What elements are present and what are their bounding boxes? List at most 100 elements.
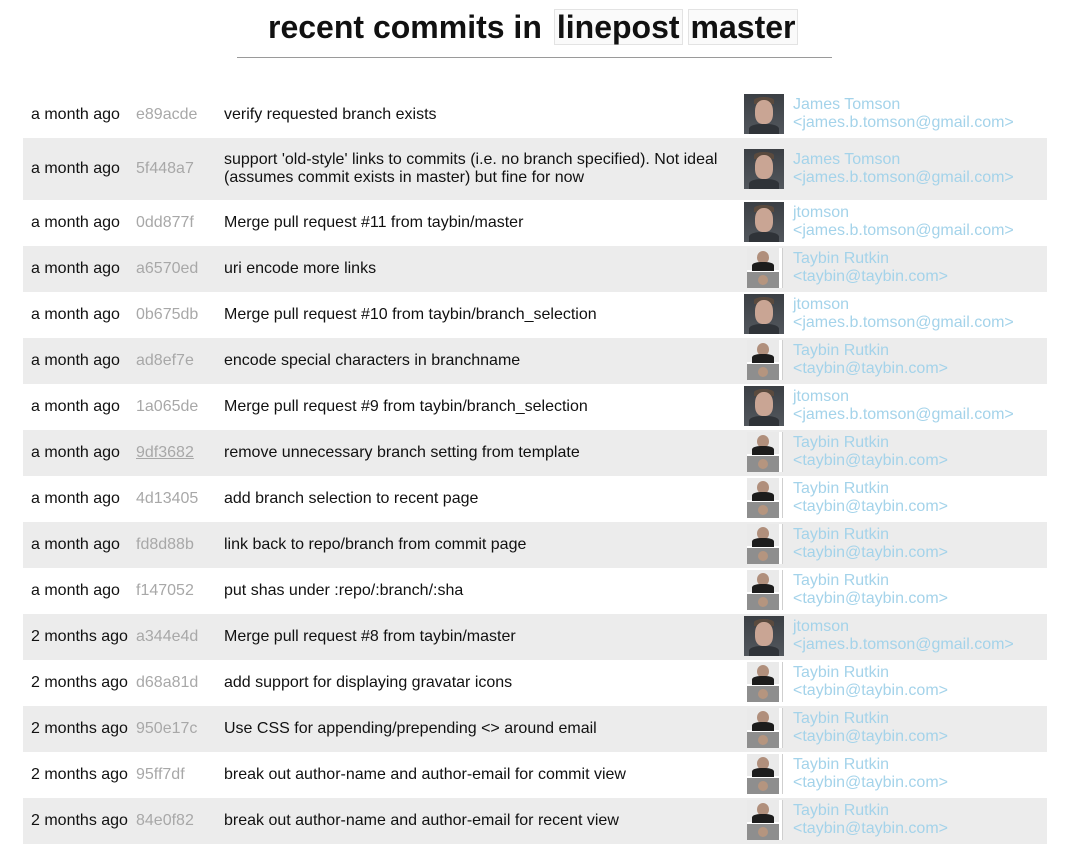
- commit-author-link[interactable]: Taybin Rutkin <taybin@taybin.com>: [793, 526, 948, 562]
- commit-time: 2 months ago: [31, 812, 128, 829]
- commit-sha-link[interactable]: 950e17c: [136, 706, 197, 752]
- commit-author-link[interactable]: jtomson <james.b.tomson@gmail.com>: [793, 388, 1014, 424]
- commit-time: a month ago: [31, 536, 120, 553]
- author-name: Taybin Rutkin: [793, 710, 890, 727]
- commit-author-link[interactable]: Taybin Rutkin <taybin@taybin.com>: [793, 710, 948, 746]
- commit-time: a month ago: [31, 106, 120, 123]
- commit-row: a month ago 4d13405 add branch selection t…: [23, 476, 1047, 522]
- commit-row: a month ago ad8ef7e encode special charact…: [23, 338, 1047, 384]
- commit-author-link[interactable]: Taybin Rutkin <taybin@taybin.com>: [793, 572, 948, 608]
- commit-author-link[interactable]: jtomson <james.b.tomson@gmail.com>: [793, 204, 1014, 240]
- author-email: <james.b.tomson@gmail.com>: [793, 406, 1014, 423]
- commit-sha-link[interactable]: a6570ed: [136, 246, 198, 292]
- author-email: <taybin@taybin.com>: [793, 544, 948, 561]
- author-name: jtomson: [793, 388, 850, 405]
- taybin-avatar-icon: [747, 570, 783, 610]
- commit-author-link[interactable]: Taybin Rutkin <taybin@taybin.com>: [793, 802, 948, 838]
- commit-time: a month ago: [31, 444, 120, 461]
- commit-row: 2 months ago 84e0f82 break out author-name…: [23, 798, 1047, 844]
- commit-author-link[interactable]: Taybin Rutkin <taybin@taybin.com>: [793, 434, 948, 470]
- commit-sha-link[interactable]: f147052: [136, 568, 194, 614]
- commit-sha-link[interactable]: ad8ef7e: [136, 338, 194, 384]
- author-email: <taybin@taybin.com>: [793, 360, 948, 377]
- commit-author-link[interactable]: James Tomson <james.b.tomson@gmail.com>: [793, 96, 1014, 132]
- commit-sha-link[interactable]: 0b675db: [136, 292, 198, 338]
- author-name: jtomson: [793, 618, 850, 635]
- commit-sha-link[interactable]: 1a065de: [136, 384, 198, 430]
- header-divider: [237, 57, 832, 58]
- commit-message: Merge pull request #10 from taybin/branc…: [224, 306, 597, 323]
- commit-row: 2 months ago a344e4d Merge pull request #8…: [23, 614, 1047, 660]
- commit-author-link[interactable]: Taybin Rutkin <taybin@taybin.com>: [793, 342, 948, 378]
- commit-row: a month ago 9df3682 remove unnecessary bra…: [23, 430, 1047, 476]
- author-name: Taybin Rutkin: [793, 756, 890, 773]
- taybin-avatar-icon: [747, 248, 783, 288]
- commit-author-link[interactable]: Taybin Rutkin <taybin@taybin.com>: [793, 250, 948, 286]
- james-avatar-icon: [744, 202, 784, 242]
- commit-sha-link[interactable]: 0dd877f: [136, 200, 194, 246]
- commit-author-link[interactable]: Taybin Rutkin <taybin@taybin.com>: [793, 480, 948, 516]
- commit-row: a month ago 1a065de Merge pull request #9 …: [23, 384, 1047, 430]
- taybin-avatar-icon: [747, 340, 783, 380]
- commit-time: 2 months ago: [31, 720, 128, 737]
- author-email: <taybin@taybin.com>: [793, 268, 948, 285]
- author-name: Taybin Rutkin: [793, 526, 890, 543]
- commit-message: Merge pull request #8 from taybin/master: [224, 628, 516, 645]
- commit-sha-link[interactable]: e89acde: [136, 92, 197, 138]
- commit-sha-link[interactable]: 4d13405: [136, 476, 198, 522]
- commit-message: uri encode more links: [224, 260, 377, 277]
- commit-sha-link[interactable]: 5f448a7: [136, 138, 194, 200]
- commit-time: 2 months ago: [31, 674, 128, 691]
- taybin-avatar-icon: [747, 708, 783, 748]
- author-name: jtomson: [793, 296, 850, 313]
- commit-sha-link[interactable]: 9df3682: [136, 430, 194, 476]
- commit-time: a month ago: [31, 352, 120, 369]
- commit-sha-link[interactable]: d68a81d: [136, 660, 198, 706]
- author-name: James Tomson: [793, 96, 901, 113]
- author-name: Taybin Rutkin: [793, 434, 890, 451]
- commit-author-link[interactable]: Taybin Rutkin <taybin@taybin.com>: [793, 756, 948, 792]
- commit-author-link[interactable]: jtomson <james.b.tomson@gmail.com>: [793, 618, 1014, 654]
- commit-sha-link[interactable]: 95ff7df: [136, 752, 185, 798]
- commit-sha-link[interactable]: 84e0f82: [136, 798, 194, 844]
- commit-time: a month ago: [31, 214, 120, 231]
- author-email: <taybin@taybin.com>: [793, 590, 948, 607]
- commit-time: a month ago: [31, 582, 120, 599]
- taybin-avatar-icon: [747, 800, 783, 840]
- james-avatar-icon: [744, 94, 784, 134]
- author-name: jtomson: [793, 204, 850, 221]
- commit-row: a month ago f147052 put shas under :repo/:…: [23, 568, 1047, 614]
- title-prefix: recent commits in: [268, 9, 542, 45]
- commit-time: a month ago: [31, 306, 120, 323]
- commit-message: break out author-name and author-email f…: [224, 766, 626, 783]
- commit-author-link[interactable]: jtomson <james.b.tomson@gmail.com>: [793, 296, 1014, 332]
- commit-author-link[interactable]: Taybin Rutkin <taybin@taybin.com>: [793, 664, 948, 700]
- commit-message: Merge pull request #9 from taybin/branch…: [224, 398, 588, 415]
- author-email: <james.b.tomson@gmail.com>: [793, 114, 1014, 131]
- commit-message: add support for displaying gravatar icon…: [224, 674, 513, 691]
- commit-message: encode special characters in branchname: [224, 352, 521, 369]
- commit-time: a month ago: [31, 260, 120, 277]
- commit-sha-link[interactable]: a344e4d: [136, 614, 198, 660]
- commit-author-link[interactable]: James Tomson <james.b.tomson@gmail.com>: [793, 151, 1014, 187]
- taybin-avatar-icon: [747, 662, 783, 702]
- commit-list: a month ago e89acde verify requested branc…: [23, 92, 1047, 844]
- repo-name-chip[interactable]: linepost: [553, 9, 683, 45]
- james-avatar-icon: [744, 616, 784, 656]
- taybin-avatar-icon: [747, 432, 783, 472]
- commit-message: Merge pull request #11 from taybin/maste…: [224, 214, 524, 231]
- commit-message: link back to repo/branch from commit pag…: [224, 536, 527, 553]
- commit-time: a month ago: [31, 160, 120, 177]
- page-title: recent commits in linepost master: [268, 8, 799, 46]
- branch-name-chip[interactable]: master: [687, 9, 799, 45]
- commit-sha-link[interactable]: fd8d88b: [136, 522, 194, 568]
- commit-message: break out author-name and author-email f…: [224, 812, 619, 829]
- author-name: Taybin Rutkin: [793, 664, 890, 681]
- commit-row: a month ago 0dd877f Merge pull request #11…: [23, 200, 1047, 246]
- author-name: Taybin Rutkin: [793, 480, 890, 497]
- author-name: Taybin Rutkin: [793, 250, 890, 267]
- author-email: <taybin@taybin.com>: [793, 820, 948, 837]
- author-name: Taybin Rutkin: [793, 342, 890, 359]
- author-name: Taybin Rutkin: [793, 572, 890, 589]
- commit-message: put shas under :repo/:branch/:sha: [224, 582, 464, 599]
